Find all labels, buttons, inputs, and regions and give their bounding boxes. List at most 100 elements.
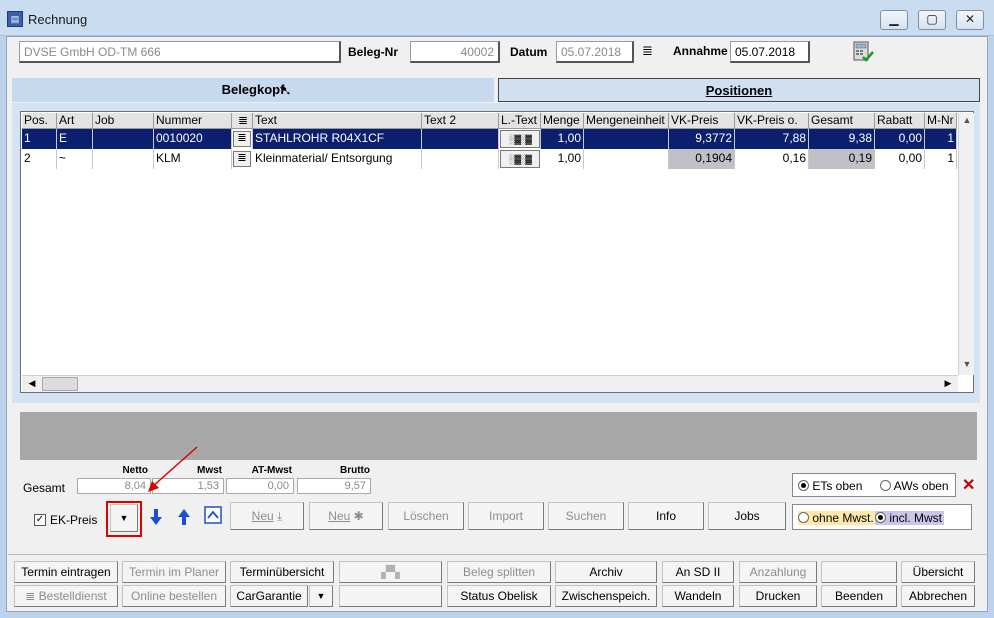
close-window-button[interactable]: ✕ <box>956 10 984 30</box>
neu-artikel-button[interactable]: Neu ⤓ <box>230 502 304 530</box>
cell-vk-preis-o[interactable]: 0,16 <box>735 149 809 169</box>
empty-button-2[interactable] <box>339 585 442 607</box>
cell-art[interactable]: ~ <box>57 149 93 169</box>
cell-pos[interactable]: 2 <box>22 149 57 169</box>
col-vk-preis-o[interactable]: VK-Preis o. <box>735 113 809 129</box>
terminuebersicht-button[interactable]: Terminübersicht <box>230 561 334 583</box>
cell-vk-preis[interactable]: 0,1904 <box>669 149 735 169</box>
archiv-button[interactable]: Archiv <box>555 561 657 583</box>
cargarantie-button[interactable]: CarGarantie <box>230 585 308 607</box>
tab-positionen[interactable]: Positionen <box>498 78 980 102</box>
close-red-icon[interactable]: ✕ <box>962 478 975 494</box>
table-row[interactable]: 1 E 0010020 ≣ STAHLROHR R04X1CF ░▓░▓ 1,0… <box>22 129 957 149</box>
dropdown-arrow-button[interactable]: ▼ <box>110 504 138 532</box>
ek-preis-checkbox[interactable]: ✓ <box>34 514 46 526</box>
online-bestellen-button[interactable]: Online bestellen <box>122 585 226 607</box>
col-pos[interactable]: Pos. <box>22 113 57 129</box>
cell-rabatt[interactable]: 0,00 <box>875 149 925 169</box>
cell-nummer[interactable]: 0010020 <box>154 129 232 149</box>
calculator-check-icon[interactable] <box>852 41 874 63</box>
col-nummer[interactable]: Nummer <box>154 113 232 129</box>
uebersicht-button[interactable]: Übersicht <box>901 561 975 583</box>
import-button[interactable]: Import <box>468 502 544 530</box>
status-obelisk-button[interactable]: Status Obelisk <box>447 585 551 607</box>
beenden-button[interactable]: Beenden <box>821 585 897 607</box>
neu-position-button[interactable]: Neu ✱ <box>309 502 383 530</box>
cell-gesamt[interactable]: 0,19 <box>809 149 875 169</box>
loeschen-button[interactable]: Löschen <box>388 502 464 530</box>
wandeln-button[interactable]: Wandeln <box>662 585 734 607</box>
cell-job[interactable] <box>93 149 154 169</box>
customer-field[interactable]: DVSE GmbH OD-TM 666 <box>19 41 341 63</box>
cell-job[interactable] <box>93 129 154 149</box>
bestelldienst-button[interactable]: ≣ Bestelldienst <box>14 585 118 607</box>
cell-text2[interactable] <box>422 149 499 169</box>
col-gesamt[interactable]: Gesamt <box>809 113 875 129</box>
cell-text[interactable]: Kleinmaterial/ Entsorgung <box>253 149 422 169</box>
cell-text[interactable]: STAHLROHR R04X1CF <box>253 129 422 149</box>
cargarantie-dropdown-button[interactable]: ▼ <box>309 585 333 607</box>
cell-rabatt[interactable]: 0,00 <box>875 129 925 149</box>
row-detail-button[interactable]: ≣ <box>233 131 251 147</box>
col-list-icon[interactable]: ≣ <box>232 113 253 129</box>
ohne-mwst-option[interactable]: ohne Mwst. <box>798 511 876 525</box>
termin-eintragen-button[interactable]: Termin eintragen <box>14 561 118 583</box>
aws-oben-option[interactable]: AWs oben <box>880 479 949 493</box>
scroll-up-icon[interactable]: ▲ <box>959 113 975 129</box>
cell-nummer[interactable]: KLM <box>154 149 232 169</box>
incl-mwst-option[interactable]: incl. Mwst <box>875 511 945 525</box>
long-text-button[interactable]: ░▓░▓ <box>500 150 540 168</box>
cell-einheit[interactable] <box>584 129 669 149</box>
anzahlung-button[interactable]: Anzahlung <box>739 561 817 583</box>
cell-einheit[interactable] <box>584 149 669 169</box>
col-art[interactable]: Art <box>57 113 93 129</box>
radio-on-icon[interactable] <box>798 480 809 491</box>
abbrechen-button[interactable]: Abbrechen <box>901 585 975 607</box>
long-text-button[interactable]: ░▓░▓ <box>500 130 540 148</box>
col-mengeneinheit[interactable]: Mengeneinheit <box>584 113 669 129</box>
arrow-down-icon[interactable] <box>148 507 164 527</box>
info-button[interactable]: Info <box>628 502 704 530</box>
scroll-right-icon[interactable]: ▶ <box>940 376 956 392</box>
drucken-button[interactable]: Drucken <box>739 585 817 607</box>
disabled-logo-button[interactable]: ▞▚ <box>339 561 442 583</box>
table-row[interactable]: 2 ~ KLM ≣ Kleinmaterial/ Entsorgung ░▓░▓… <box>22 149 957 169</box>
radio-on-icon[interactable] <box>875 512 886 523</box>
cell-menge[interactable]: 1,00 <box>541 149 584 169</box>
scroll-down-icon[interactable]: ▼ <box>959 357 975 373</box>
tab-belegkopf[interactable]: Belegkopf <box>12 78 494 102</box>
cell-vk-preis[interactable]: 9,3772 <box>669 129 735 149</box>
col-rabatt[interactable]: Rabatt <box>875 113 925 129</box>
beleg-splitten-button[interactable]: Beleg splitten <box>447 561 551 583</box>
date-picker-icon[interactable]: ≣ <box>642 44 656 58</box>
positions-grid[interactable]: Pos. Art Job Nummer ≣ Text Text 2 L.-Tex… <box>20 111 974 393</box>
empty-button[interactable] <box>821 561 897 583</box>
radio-off-icon[interactable] <box>880 480 891 491</box>
col-ltext[interactable]: L.-Text <box>499 113 541 129</box>
cell-m-nr[interactable]: 1 <box>925 129 957 149</box>
cell-m-nr[interactable]: 1 <box>925 149 957 169</box>
jobs-button[interactable]: Jobs <box>708 502 786 530</box>
cell-art[interactable]: E <box>57 129 93 149</box>
cell-gesamt[interactable]: 9,38 <box>809 129 875 149</box>
arrow-up-icon[interactable] <box>176 507 192 527</box>
ets-oben-option[interactable]: ETs oben <box>798 479 862 493</box>
beleg-nr-field[interactable]: 40002 <box>410 41 500 63</box>
horizontal-scrollbar[interactable]: ◀ ▶ <box>22 375 958 392</box>
vertical-scrollbar[interactable]: ▲ ▼ <box>958 113 974 375</box>
radio-off-icon[interactable] <box>798 512 809 523</box>
horizontal-scroll-thumb[interactable] <box>42 377 78 391</box>
row-detail-button[interactable]: ≣ <box>233 151 251 167</box>
col-job[interactable]: Job <box>93 113 154 129</box>
maximize-button[interactable]: ▢ <box>918 10 946 30</box>
col-vk-preis[interactable]: VK-Preis <box>669 113 735 129</box>
termin-im-planer-button[interactable]: Termin im Planer <box>122 561 226 583</box>
an-sd-ii-button[interactable]: An SD II <box>662 561 734 583</box>
datum-field[interactable]: 05.07.2018 <box>556 41 634 63</box>
zwischenspeichern-button[interactable]: Zwischenspeich. <box>555 585 657 607</box>
col-text[interactable]: Text <box>253 113 422 129</box>
collapse-top-icon[interactable] <box>204 506 222 524</box>
suchen-button[interactable]: Suchen <box>548 502 624 530</box>
cell-text2[interactable] <box>422 129 499 149</box>
minimize-button[interactable]: ▁ <box>880 10 908 30</box>
